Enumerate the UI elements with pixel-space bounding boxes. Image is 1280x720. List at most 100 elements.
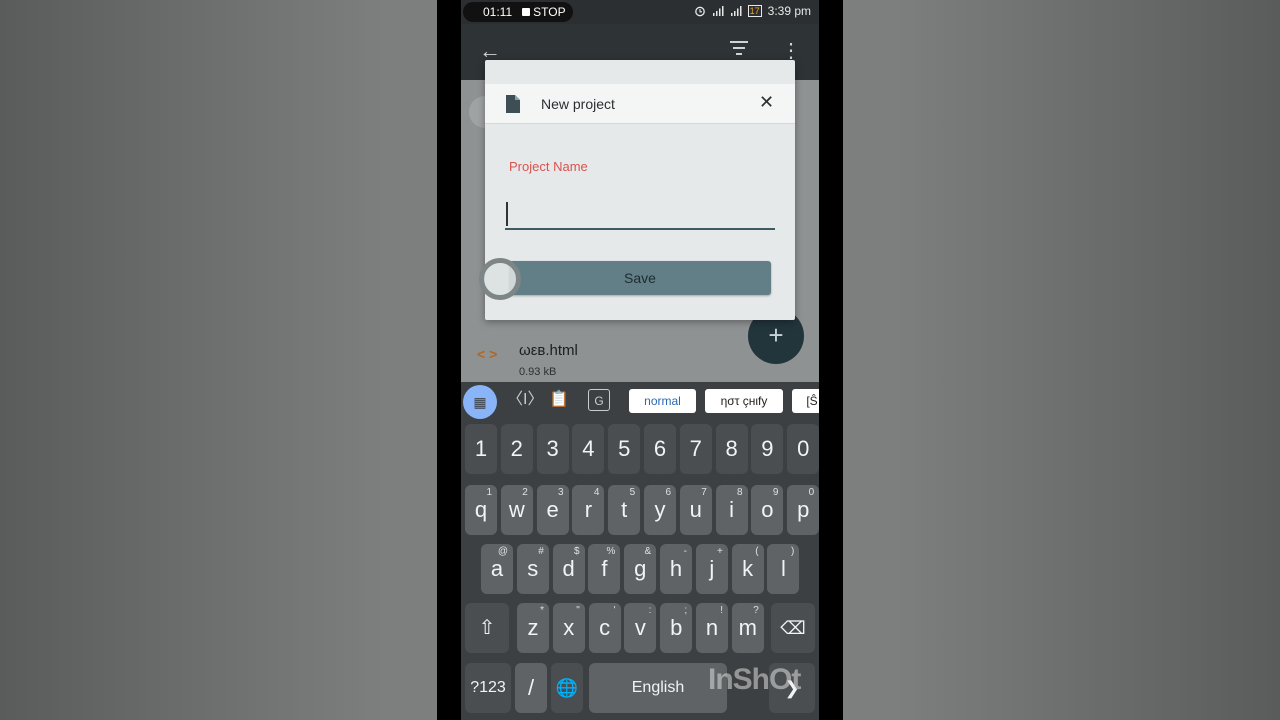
key-b[interactable]: b; — [660, 603, 693, 653]
keyboard-toolbar: ▦ 〈I〉 📋 G normal ηστ çнιfу [Ŝ — [461, 382, 819, 420]
key-hint: ) — [791, 546, 795, 557]
key-label: i — [729, 497, 735, 522]
number-key-1[interactable]: 1 — [465, 424, 497, 474]
key-d[interactable]: d $ — [552, 544, 585, 594]
letterbox-left — [437, 0, 461, 720]
key-hint: 4 — [593, 487, 600, 498]
key-label: n — [705, 615, 719, 640]
number-key-5[interactable]: 5 — [608, 424, 641, 474]
key-hint: ! — [720, 605, 723, 616]
number-key-3[interactable]: 3 — [536, 424, 569, 474]
globe-key[interactable]: 🌐 — [551, 663, 583, 713]
number-key-9[interactable]: 9 — [751, 424, 784, 474]
sort-icon[interactable] — [729, 40, 749, 56]
key-s[interactable]: s # — [516, 544, 549, 594]
space-key[interactable]: English — [589, 663, 727, 713]
battery-icon: 17 — [747, 5, 762, 17]
save-button[interactable]: Save — [509, 261, 771, 295]
key-p[interactable]: p0 — [787, 485, 819, 535]
key-label: q — [474, 497, 488, 522]
key-label: e — [546, 497, 559, 522]
key-hint: @ — [497, 546, 508, 557]
number-key-2[interactable]: 2 — [500, 424, 533, 474]
status-icons: 17 3:39 pm — [694, 4, 811, 18]
key-y[interactable]: y6 — [644, 485, 676, 535]
recording-pill[interactable]: 01:11 STOP — [463, 2, 573, 22]
shift-key[interactable]: ⇧ — [465, 603, 509, 653]
key-g[interactable]: g & — [624, 544, 657, 594]
key-w[interactable]: w2 — [500, 485, 533, 535]
font-chip-normal[interactable]: normal — [629, 389, 696, 413]
key-z[interactable]: z * — [517, 603, 549, 653]
file-icon — [506, 95, 520, 113]
recording-stop-label[interactable]: STOP — [533, 5, 565, 19]
key-hint: & — [644, 546, 652, 557]
key-q[interactable]: q1 — [465, 485, 497, 535]
watermark: InShOt — [708, 663, 801, 696]
touch-indicator — [479, 258, 521, 300]
key-hint: * — [540, 605, 544, 616]
key-u[interactable]: u7 — [679, 485, 712, 535]
key-l[interactable]: l) — [767, 544, 800, 594]
key-j[interactable]: j + — [695, 544, 728, 594]
number-key-8[interactable]: 8 — [715, 424, 748, 474]
key-hint: 6 — [665, 487, 671, 498]
slash-key[interactable]: / — [515, 663, 547, 713]
key-i[interactable]: i8 — [715, 485, 748, 535]
key-e[interactable]: e3 — [536, 485, 569, 535]
key-hint: ? — [753, 605, 759, 616]
font-chip-brackets[interactable]: [Ŝ — [792, 389, 819, 413]
symbols-key[interactable]: ?123 — [465, 663, 511, 713]
key-h[interactable]: h- — [660, 544, 692, 594]
status-bar: 01:11 STOP 17 3:39 pm — [461, 0, 819, 24]
key-f[interactable]: f% — [588, 544, 621, 594]
file-size: 0.93 kB — [519, 366, 557, 378]
key-label: z — [527, 615, 539, 640]
key-v[interactable]: v: — [624, 603, 657, 653]
key-hint: ( — [755, 546, 759, 557]
letterbox-right — [819, 0, 843, 720]
text-caret — [506, 202, 508, 226]
apps-grid-icon[interactable]: ▦ — [463, 385, 497, 419]
key-label: m — [738, 615, 757, 640]
number-key-0[interactable]: 0 — [787, 424, 819, 474]
key-hint: 1 — [486, 487, 492, 498]
key-o[interactable]: o9 — [751, 485, 784, 535]
translate-icon[interactable]: G — [588, 389, 610, 411]
key-m[interactable]: m? — [731, 603, 764, 653]
signal-icon-2 — [730, 6, 742, 16]
key-label: w — [508, 497, 525, 522]
cursor-control-icon[interactable]: 〈I〉 — [507, 389, 543, 411]
number-key-4[interactable]: 4 — [572, 424, 605, 474]
plus-icon: + — [768, 320, 784, 350]
key-hint: % — [606, 546, 616, 557]
key-label: d — [562, 556, 575, 581]
font-chip-fancy[interactable]: ηστ çнιfу — [705, 389, 783, 413]
close-icon[interactable]: ✕ — [759, 92, 774, 113]
key-a[interactable]: a @ — [481, 544, 513, 594]
clipboard-icon[interactable]: 📋 — [548, 389, 570, 411]
backspace-key[interactable]: ⌫ — [771, 603, 815, 653]
phone-screen: 01:11 STOP 17 3:39 pm ← ⋮ < > ωεв.html 0… — [461, 0, 819, 720]
key-hint: ; — [684, 605, 688, 616]
dialog-title: New project — [541, 96, 615, 112]
key-label: c — [599, 615, 611, 640]
code-icon: < > — [477, 346, 498, 362]
key-k[interactable]: k( — [731, 544, 764, 594]
file-name: ωεв.html — [519, 342, 578, 359]
dialog-header: New project ✕ — [485, 84, 795, 124]
key-label: o — [761, 497, 774, 522]
key-label: g — [634, 556, 647, 581]
soft-keyboard: ▦ 〈I〉 📋 G normal ηστ çнιfу [Ŝ 1234567890… — [461, 382, 819, 720]
key-label: s — [527, 556, 539, 581]
key-label: f — [601, 556, 608, 581]
key-x[interactable]: x " — [552, 603, 585, 653]
project-name-input[interactable] — [505, 198, 775, 230]
key-r[interactable]: r4 — [572, 485, 605, 535]
key-t[interactable]: t5 — [608, 485, 641, 535]
key-n[interactable]: n! — [696, 603, 728, 653]
number-key-6[interactable]: 6 — [644, 424, 676, 474]
key-hint: 2 — [522, 487, 528, 498]
key-c[interactable]: c ' — [588, 603, 621, 653]
number-key-7[interactable]: 7 — [679, 424, 712, 474]
